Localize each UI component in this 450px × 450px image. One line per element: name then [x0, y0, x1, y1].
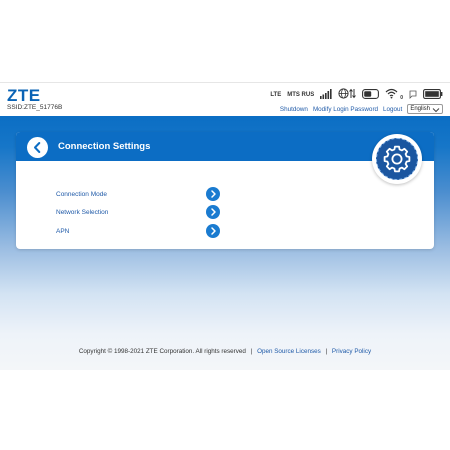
sim-card-icon [362, 86, 380, 104]
network-selection-label[interactable]: Network Selection [56, 209, 108, 216]
chevron-right-icon [211, 227, 216, 235]
footer-separator: | [250, 348, 253, 355]
globe-data-icon [338, 86, 357, 104]
ssid-label: SSID:ZTE_51776B [7, 104, 63, 111]
top-blank-area [0, 0, 450, 82]
menu-item-connection-mode[interactable]: Connection Mode [56, 187, 220, 201]
shutdown-link[interactable]: Shutdown [280, 106, 308, 113]
modify-password-link[interactable]: Modify Login Password [313, 106, 378, 113]
chevron-right-icon [211, 208, 216, 216]
zte-logo[interactable]: ZTE [7, 86, 41, 106]
logout-link[interactable]: Logout [383, 106, 402, 113]
open-source-licenses-link[interactable]: Open Source Licenses [257, 348, 321, 355]
network-selection-arrow-button[interactable] [206, 205, 220, 219]
apn-label[interactable]: APN [56, 228, 69, 235]
page-title: Connection Settings [58, 141, 151, 152]
apn-arrow-button[interactable] [206, 224, 220, 238]
wifi-icon [385, 86, 400, 104]
status-bar: LTE MTS RUS 0 [270, 88, 443, 102]
connection-mode-arrow-button[interactable] [206, 187, 220, 201]
chevron-left-icon [34, 142, 41, 153]
chevron-down-icon [432, 107, 440, 113]
language-selected-label: English [410, 106, 430, 112]
settings-badge-inner [376, 138, 418, 180]
menu-item-apn[interactable]: APN [56, 224, 220, 238]
header-links: Shutdown Modify Login Password Logout En… [280, 103, 443, 115]
battery-icon [423, 86, 443, 104]
copyright-text: Copyright © 1998-2021 ZTE Corporation. A… [78, 348, 246, 355]
sms-icon[interactable] [409, 86, 417, 104]
footer-separator: | [325, 348, 328, 355]
connection-settings-card: Connection Settings Connection Mode Netw… [16, 132, 434, 249]
gear-icon [383, 145, 410, 172]
menu-item-network-selection[interactable]: Network Selection [56, 205, 220, 219]
network-type-label: LTE [270, 92, 282, 98]
signal-bars-icon [320, 86, 332, 104]
header-bar: ZTE SSID:ZTE_51776B LTE MTS RUS 0 Shutdo… [0, 82, 450, 116]
privacy-policy-link[interactable]: Privacy Policy [332, 348, 371, 355]
connection-mode-label[interactable]: Connection Mode [56, 191, 107, 198]
wifi-clients-count: 0 [400, 94, 403, 101]
back-button[interactable] [27, 137, 48, 158]
operator-label: MTS RUS [287, 92, 315, 98]
footer: Copyright © 1998-2021 ZTE Corporation. A… [0, 348, 450, 355]
bottom-blank-area [0, 370, 450, 450]
settings-badge [372, 134, 422, 184]
language-select[interactable]: English [407, 104, 443, 114]
chevron-right-icon [211, 190, 216, 198]
